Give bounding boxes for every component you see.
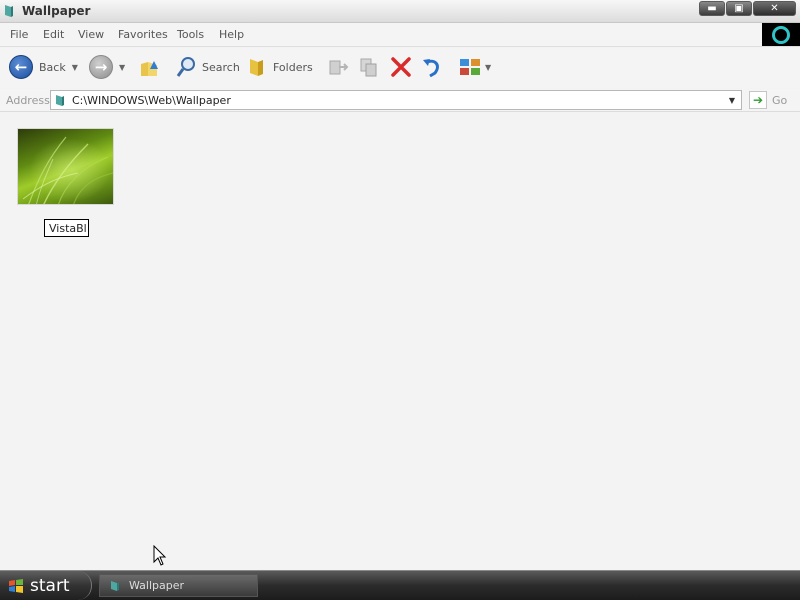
views-button[interactable]: ▼ xyxy=(459,54,491,80)
go-arrow-icon[interactable]: ➔ xyxy=(749,91,767,109)
window-controls: ▬ ▣ ✕ xyxy=(698,1,796,16)
windows-logo-throbber xyxy=(762,23,800,46)
address-bar: Address C:\WINDOWS\Web\Wallpaper ▼ ➔ Go xyxy=(0,89,800,112)
folder-icon xyxy=(56,95,64,106)
address-dropdown-icon[interactable]: ▼ xyxy=(723,91,741,109)
menu-help[interactable]: Help xyxy=(219,28,244,41)
menu-edit[interactable]: Edit xyxy=(43,28,64,41)
folder-icon xyxy=(5,5,13,17)
move-to-icon xyxy=(329,60,349,75)
window-title: Wallpaper xyxy=(22,4,91,18)
forward-arrow-icon: → xyxy=(89,55,113,79)
text-caret xyxy=(87,222,88,234)
title-bar: Wallpaper ▬ ▣ ✕ xyxy=(0,0,800,23)
views-dropdown-icon[interactable]: ▼ xyxy=(485,63,491,72)
address-label: Address xyxy=(6,94,50,107)
close-button[interactable]: ✕ xyxy=(753,1,796,16)
taskbar-item-wallpaper[interactable]: Wallpaper xyxy=(99,574,258,597)
search-button[interactable]: Search xyxy=(176,54,240,80)
back-dropdown-icon[interactable]: ▼ xyxy=(72,63,78,72)
address-path: C:\WINDOWS\Web\Wallpaper xyxy=(72,94,231,107)
toolbar: ← Back ▼ → ▼ Search Folders ▼ xyxy=(0,48,800,88)
back-arrow-icon: ← xyxy=(9,55,33,79)
forward-dropdown-icon[interactable]: ▼ xyxy=(119,63,125,72)
forward-button[interactable]: → ▼ xyxy=(89,54,125,80)
delete-x-icon xyxy=(391,57,411,77)
menu-view[interactable]: View xyxy=(78,28,104,41)
list-item[interactable]: VistaBl xyxy=(17,128,114,237)
delete-button[interactable] xyxy=(390,54,412,80)
folders-button[interactable]: Folders xyxy=(247,54,313,80)
folder-icon xyxy=(111,580,119,591)
undo-icon xyxy=(423,59,439,78)
ring-logo-icon xyxy=(772,25,790,44)
folders-icon xyxy=(250,59,263,76)
rename-text: VistaBl xyxy=(49,222,87,235)
menu-file[interactable]: File xyxy=(10,28,28,41)
search-icon xyxy=(176,57,195,77)
move-to-button[interactable] xyxy=(327,54,349,80)
up-folder-icon xyxy=(141,61,158,76)
taskbar-item-label: Wallpaper xyxy=(129,579,185,592)
up-folder-button[interactable] xyxy=(138,54,160,80)
back-label: Back xyxy=(39,60,66,74)
restore-button[interactable]: ▣ xyxy=(726,1,752,16)
start-button[interactable]: start xyxy=(0,571,92,600)
grass-image-icon xyxy=(22,136,113,204)
start-label: start xyxy=(30,575,70,596)
copy-to-icon xyxy=(360,58,377,77)
copy-to-button[interactable] xyxy=(358,54,380,80)
menu-bar: File Edit View Favorites Tools Help xyxy=(0,23,800,47)
menu-tools[interactable]: Tools xyxy=(177,28,204,41)
rename-field[interactable]: VistaBl xyxy=(44,219,89,237)
folders-label: Folders xyxy=(273,60,313,74)
file-view[interactable]: VistaBl xyxy=(0,113,800,570)
minimize-button[interactable]: ▬ xyxy=(699,1,725,16)
mouse-pointer-icon xyxy=(153,545,167,566)
search-label: Search xyxy=(202,60,240,74)
taskbar: start Wallpaper xyxy=(0,570,800,600)
address-input[interactable]: C:\WINDOWS\Web\Wallpaper ▼ xyxy=(50,90,742,110)
undo-button[interactable] xyxy=(421,54,443,80)
menu-favorites[interactable]: Favorites xyxy=(118,28,168,41)
windows-flag-icon xyxy=(9,578,23,593)
views-icon xyxy=(460,59,480,75)
back-button[interactable]: ← Back ▼ xyxy=(9,54,78,80)
wallpaper-thumbnail[interactable] xyxy=(17,128,114,205)
go-button[interactable]: Go xyxy=(772,94,787,107)
